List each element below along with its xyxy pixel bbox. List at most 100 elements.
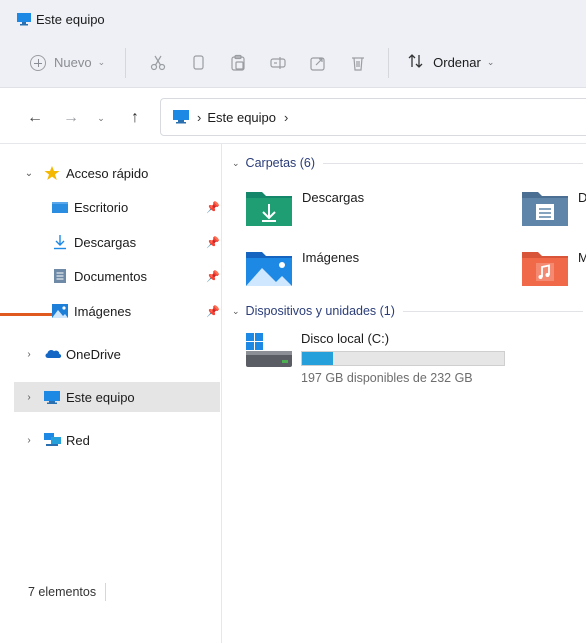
desktop-folder-icon — [52, 199, 68, 215]
chevron-down-icon: ⌄ — [232, 305, 240, 316]
network-icon — [44, 432, 61, 448]
sidebar-item-documentos[interactable]: Documentos 📌 — [52, 261, 220, 291]
chevron-down-icon: ⌄ — [97, 112, 105, 123]
folder-item[interactable]: Imágenes — [246, 248, 359, 288]
group-header-devices[interactable]: ⌄ Dispositivos y unidades (1) — [232, 304, 583, 318]
drive-free-space: 197 GB disponibles de 232 GB — [301, 371, 473, 385]
status-separator — [105, 583, 106, 601]
toolbar-separator — [125, 47, 127, 78]
chevron-right-icon[interactable]: › — [22, 392, 36, 403]
rename-icon — [269, 54, 287, 72]
sidebar-item-quick-access[interactable]: ⌄ Acceso rápido — [14, 158, 220, 188]
sidebar-item-label: Imágenes — [74, 303, 132, 319]
sidebar-item-red[interactable]: › Red — [14, 425, 220, 455]
up-button[interactable]: ↑ — [122, 103, 148, 133]
documents-folder-icon — [522, 188, 568, 228]
folder-item[interactable]: M — [522, 248, 586, 288]
folder-name: Imágenes — [302, 250, 360, 265]
sidebar-item-imagenes[interactable]: Imágenes 📌 — [52, 296, 220, 326]
navigation-row: ← → ⌄ ↑ › Este equipo › — [0, 96, 586, 140]
chevron-down-icon[interactable]: ⌄ — [22, 168, 36, 179]
delete-icon — [349, 54, 367, 72]
folder-item[interactable]: Descargas — [246, 188, 364, 228]
breadcrumb-separator-icon[interactable]: › — [284, 110, 288, 125]
share-button[interactable] — [298, 47, 338, 79]
file-view: ⌄ Carpetas (6) Descargas D Imágenes M ⌄ … — [222, 144, 586, 643]
cut-icon — [149, 54, 167, 72]
plus-icon — [30, 54, 46, 71]
sidebar-item-label: Red — [66, 432, 90, 448]
sidebar-item-descargas[interactable]: Descargas 📌 — [52, 227, 220, 257]
drive-name: Disco local (C:) — [301, 331, 390, 346]
sidebar-item-label: Documentos — [74, 268, 147, 284]
sidebar-item-label: Descargas — [74, 234, 137, 250]
sidebar-item-onedrive[interactable]: › OneDrive — [14, 339, 220, 369]
pin-icon[interactable]: 📌 — [206, 236, 220, 249]
rename-button[interactable] — [258, 47, 298, 79]
copy-button[interactable] — [178, 47, 218, 79]
navigation-pane: ⌄ Acceso rápido Escritorio 📌 Descargas 📌… — [0, 144, 222, 643]
sort-button-label: Ordenar — [433, 55, 481, 70]
sidebar-item-este-equipo[interactable]: › Este equipo — [14, 382, 220, 412]
downloads-folder-icon — [246, 188, 292, 228]
chevron-down-icon: ⌄ — [232, 157, 240, 168]
download-icon — [52, 234, 68, 250]
annotation-line — [0, 313, 52, 316]
chevron-right-icon[interactable]: › — [22, 349, 36, 360]
cut-button[interactable] — [138, 47, 178, 79]
pictures-folder-icon — [246, 248, 292, 288]
sort-icon — [407, 52, 425, 73]
delete-button[interactable] — [338, 47, 378, 79]
group-header-folders[interactable]: ⌄ Carpetas (6) — [232, 156, 584, 170]
group-header-label: Carpetas (6) — [245, 156, 316, 170]
pin-icon[interactable]: 📌 — [206, 201, 220, 214]
new-button-label: Nuevo — [54, 55, 92, 70]
computer-icon — [16, 11, 32, 27]
arrow-right-icon: → — [63, 109, 79, 126]
sidebar-item-label: Acceso rápido — [66, 165, 149, 181]
breadcrumb-separator-icon: › — [197, 109, 202, 125]
sidebar-item-label: OneDrive — [66, 346, 121, 362]
recent-locations-button[interactable]: ⌄ — [88, 103, 114, 133]
pictures-icon — [52, 303, 68, 319]
hard-drive-icon — [246, 333, 292, 373]
folder-name: D — [578, 190, 586, 205]
group-divider — [323, 162, 584, 164]
arrow-left-icon: ← — [27, 109, 43, 126]
folder-name: Descargas — [302, 190, 365, 205]
paste-icon — [229, 54, 247, 72]
sidebar-item-escritorio[interactable]: Escritorio 📌 — [52, 192, 220, 222]
pin-icon[interactable]: 📌 — [206, 270, 220, 283]
chevron-down-icon: ⌄ — [486, 57, 495, 67]
forward-button[interactable]: → — [58, 103, 84, 133]
drive-item[interactable]: Disco local (C:) 197 GB disponibles de 2… — [246, 329, 546, 389]
group-header-label: Dispositivos y unidades (1) — [245, 304, 395, 318]
sidebar-item-label: Este equipo — [66, 389, 135, 405]
status-item-count: 7 elementos — [28, 585, 97, 599]
sidebar-item-label: Escritorio — [74, 199, 129, 215]
address-bar[interactable]: › Este equipo › — [160, 98, 586, 136]
cloud-icon — [44, 346, 62, 362]
folder-name: M — [578, 250, 586, 265]
sort-button[interactable]: Ordenar ⌄ — [407, 47, 494, 79]
star-icon — [44, 165, 60, 181]
drive-usage-fill — [302, 352, 333, 365]
computer-icon — [44, 389, 60, 405]
window-title: Este equipo — [36, 11, 105, 27]
computer-icon — [173, 110, 189, 124]
chevron-right-icon[interactable]: › — [22, 435, 36, 446]
back-button[interactable]: ← — [22, 103, 48, 133]
command-bar: Nuevo ⌄ Ordenar ⌄ — [0, 38, 586, 88]
toolbar-separator — [388, 47, 390, 78]
chevron-down-icon: ⌄ — [97, 57, 106, 67]
title-bar: Este equipo — [0, 0, 586, 38]
new-button[interactable]: Nuevo ⌄ — [30, 47, 105, 79]
music-folder-icon — [522, 248, 568, 288]
arrow-up-icon: ↑ — [131, 109, 139, 126]
breadcrumb-item[interactable]: Este equipo — [207, 110, 276, 125]
document-icon — [52, 268, 68, 284]
share-icon — [309, 54, 327, 72]
paste-button[interactable] — [218, 47, 258, 79]
folder-item[interactable]: D — [522, 188, 586, 228]
pin-icon[interactable]: 📌 — [206, 305, 220, 318]
